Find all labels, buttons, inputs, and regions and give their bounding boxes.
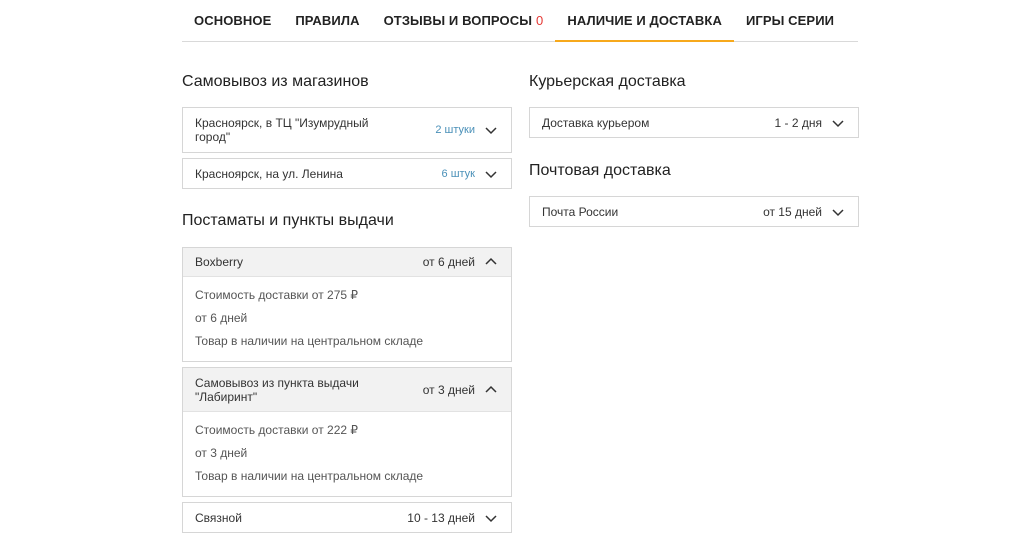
post-name: Почта России xyxy=(542,204,619,219)
store-stock: 6 штук xyxy=(441,167,475,180)
chevron-down-icon[interactable] xyxy=(483,122,499,138)
postamat-accordion: Boxberry от 6 дней Стоимость доставки от… xyxy=(182,247,512,362)
tab-rules[interactable]: ПРАВИЛА xyxy=(283,0,371,41)
delivery-cost: Стоимость доставки от 275 ₽ xyxy=(195,288,359,302)
store-accordion: Красноярск, на ул. Ленина 6 штук xyxy=(182,158,512,189)
postamat-row[interactable]: Связной 10 - 13 дней xyxy=(183,503,511,532)
post-title: Почтовая доставка xyxy=(529,162,671,179)
post-accordion: Почта России от 15 дней xyxy=(529,196,859,227)
postamat-name: Связной xyxy=(195,510,242,525)
postamat-accordion: Связной 10 - 13 дней xyxy=(182,502,512,533)
courier-term: 1 - 2 дня xyxy=(774,115,822,130)
chevron-up-icon[interactable] xyxy=(483,254,499,270)
delivery-term: от 6 дней xyxy=(195,311,248,325)
postamat-row[interactable]: Самовывоз из пункта выдачи "Лабиринт" от… xyxy=(183,368,511,412)
chevron-down-icon[interactable] xyxy=(483,166,499,182)
postamat-details: Стоимость доставки от 222 ₽ от 3 дней То… xyxy=(183,412,511,496)
postamat-term: от 6 дней xyxy=(422,255,475,269)
delivery-term: от 3 дней xyxy=(195,446,248,460)
courier-title: Курьерская доставка xyxy=(529,73,686,90)
tab-label: НАЛИЧИЕ И ДОСТАВКА xyxy=(567,12,722,28)
tab-label: ОТЗЫВЫ И ВОПРОСЫ xyxy=(383,13,533,28)
postamats-title: Постаматы и пункты выдачи xyxy=(182,212,394,229)
courier-accordion: Доставка курьером 1 - 2 дня xyxy=(529,107,859,138)
store-row[interactable]: Красноярск, в ТЦ "Изумрудный город" 2 шт… xyxy=(183,108,511,152)
store-stock: 2 штуки xyxy=(435,124,475,136)
stock-note: Товар в наличии на центральном складе xyxy=(195,334,424,348)
tab-series-games[interactable]: ИГРЫ СЕРИИ xyxy=(734,0,846,41)
chevron-down-icon[interactable] xyxy=(830,115,846,131)
right-column: Курьерская доставка Доставка курьером 1 … xyxy=(529,70,859,227)
post-term: от 15 дней xyxy=(763,204,822,219)
delivery-cost: Стоимость доставки от 222 ₽ xyxy=(195,423,359,437)
pickup-title: Самовывоз из магазинов xyxy=(182,73,369,90)
tab-label: ИГРЫ СЕРИИ xyxy=(745,13,835,28)
postamat-term: 10 - 13 дней xyxy=(407,510,475,525)
store-accordion: Красноярск, в ТЦ "Изумрудный город" 2 шт… xyxy=(182,107,512,153)
courier-name: Доставка курьером xyxy=(542,115,650,130)
tab-bar: ОСНОВНОЕ ПРАВИЛА ОТЗЫВЫ И ВОПРОСЫ 0 НАЛИЧ… xyxy=(182,0,858,42)
chevron-up-icon[interactable] xyxy=(483,382,499,398)
reviews-count-badge: 0 xyxy=(536,13,544,28)
postamat-row[interactable]: Boxberry от 6 дней xyxy=(183,248,511,277)
courier-row[interactable]: Доставка курьером 1 - 2 дня xyxy=(530,108,858,137)
tab-main[interactable]: ОСНОВНОЕ xyxy=(182,0,283,41)
store-name: Красноярск, на ул. Ленина xyxy=(195,166,343,181)
post-row[interactable]: Почта России от 15 дней xyxy=(530,197,858,226)
left-column: Самовывоз из магазинов Красноярск, в ТЦ … xyxy=(182,70,512,533)
chevron-down-icon[interactable] xyxy=(830,204,846,220)
postamat-name: Boxberry xyxy=(195,255,244,269)
store-name: Красноярск, в ТЦ "Изумрудный город" xyxy=(195,116,369,144)
postamat-term: от 3 дней xyxy=(422,382,475,397)
postamat-details: Стоимость доставки от 275 ₽ от 6 дней То… xyxy=(183,277,511,361)
tab-availability-delivery[interactable]: НАЛИЧИЕ И ДОСТАВКА xyxy=(555,0,734,42)
tab-reviews[interactable]: ОТЗЫВЫ И ВОПРОСЫ 0 xyxy=(372,0,556,41)
postamat-accordion: Самовывоз из пункта выдачи "Лабиринт" от… xyxy=(182,367,512,497)
tab-label: ПРАВИЛА xyxy=(295,13,360,28)
stock-note: Товар в наличии на центральном складе xyxy=(195,469,424,483)
tab-label: ОСНОВНОЕ xyxy=(194,13,272,28)
store-row[interactable]: Красноярск, на ул. Ленина 6 штук xyxy=(183,159,511,188)
postamat-name: Самовывоз из пункта выдачи "Лабиринт" xyxy=(195,375,359,404)
chevron-down-icon[interactable] xyxy=(483,510,499,526)
